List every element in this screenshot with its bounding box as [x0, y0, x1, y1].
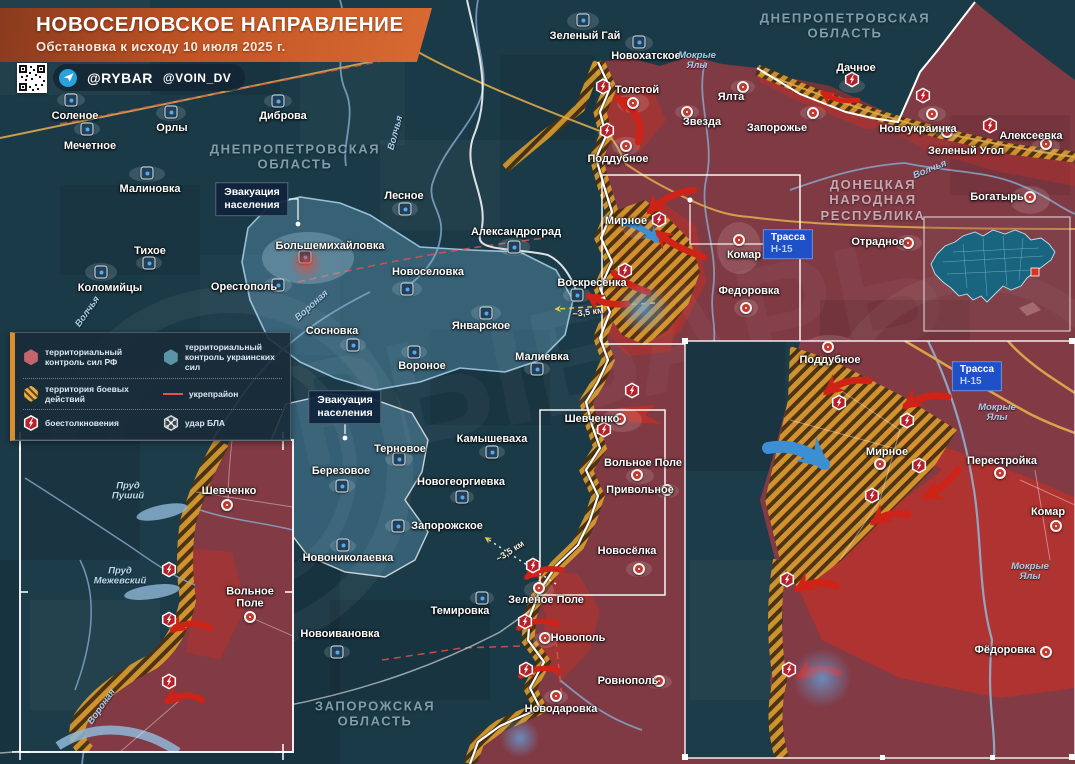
legend-item-ua: территориальный контроль украинских сил — [163, 342, 282, 373]
uav-strike-icon — [163, 414, 178, 431]
settlement-footprint — [935, 126, 959, 140]
legend-label: территориальный контроль украинских сил — [184, 342, 275, 373]
settlement-footprint — [524, 581, 554, 599]
fortified-line-icon — [162, 392, 183, 395]
settlement-footprint — [129, 166, 165, 182]
map-canvas: РЫБАРЬ Соленое Мечетное Орлы Диброва Зел… — [0, 0, 1075, 764]
clash-icon — [23, 414, 39, 431]
legend-row: территория боевых действий укрепрайон — [23, 377, 282, 409]
settlement-footprint — [626, 468, 654, 484]
combat-zone-icon — [24, 385, 38, 402]
legend-item-uav: удар БЛА — [163, 414, 282, 431]
settlement-footprint — [136, 256, 162, 270]
settlement-footprint — [470, 591, 494, 605]
settlement-footprint — [731, 80, 755, 94]
legend-label: территориальный контроль сил РФ — [45, 347, 123, 368]
settlement-footprint — [1010, 186, 1050, 214]
legend-row: боестолкновения удар БЛА — [23, 408, 282, 436]
map-title: НОВОСЕЛОВСКОЕ НАПРАВЛЕНИЕ — [36, 13, 404, 36]
settlement-footprint — [74, 122, 100, 136]
settlement-footprint — [498, 238, 530, 256]
settlement-footprint — [544, 690, 568, 704]
settlement-footprint — [85, 263, 117, 281]
settlement-footprint — [626, 561, 652, 577]
settlement-footprint — [324, 645, 350, 659]
channel-voin-dv: @VOIN_DV — [162, 70, 232, 85]
settlement-footprint — [262, 232, 354, 284]
channel-handles: @RYBAR @VOIN_DV — [53, 64, 246, 91]
qr-code-icon — [17, 63, 47, 93]
settlement-footprint — [675, 105, 699, 119]
settlement-footprint — [450, 490, 474, 504]
settlement-footprint — [264, 94, 292, 108]
legend-item-rf: территориальный контроль сил РФ — [23, 342, 163, 373]
legend-item-fortline: укрепрайон — [162, 384, 282, 404]
settlement-footprint — [392, 281, 422, 297]
settlement-footprint — [156, 105, 186, 121]
legend-row: территориальный контроль сил РФ территор… — [23, 337, 282, 378]
settlement-footprint — [918, 106, 946, 122]
map-subtitle: Обстановка к исходу 10 июля 2025 г. — [36, 39, 286, 54]
settlement-footprint — [655, 484, 679, 498]
legend-label: боестолкновения — [45, 417, 119, 428]
settlement-footprint — [625, 35, 653, 51]
legend-label: укрепрайон — [188, 388, 239, 399]
settlement-footprint — [567, 12, 599, 30]
rf-control-icon — [24, 349, 38, 366]
settlement-footprint — [800, 106, 826, 120]
ua-control-icon — [163, 349, 178, 366]
locator-highlight-square — [1030, 267, 1040, 277]
legend-item-clash: боестолкновения — [23, 414, 163, 431]
telegram-icon — [59, 68, 77, 87]
settlement-footprint — [57, 93, 85, 107]
locator-map — [923, 216, 1071, 332]
settlement-footprint — [392, 201, 418, 217]
legend-item-combat: территория боевых действий — [23, 384, 163, 404]
channel-rybar: @RYBAR — [87, 69, 153, 86]
settlement-footprint — [533, 632, 557, 648]
title-banner: НОВОСЕЛОВСКОЕ НАПРАВЛЕНИЕ Обстановка к и… — [0, 8, 432, 62]
inset-right — [682, 338, 1075, 760]
legend-panel: территориальный контроль сил РФ территор… — [10, 332, 291, 441]
legend-label: удар БЛА — [184, 417, 226, 428]
settlement-footprint — [1032, 138, 1060, 154]
legend-label: территория боевых действий — [45, 383, 129, 404]
settlement-footprint — [839, 79, 865, 93]
inset-left — [12, 432, 294, 760]
settlement-footprint — [646, 675, 672, 689]
